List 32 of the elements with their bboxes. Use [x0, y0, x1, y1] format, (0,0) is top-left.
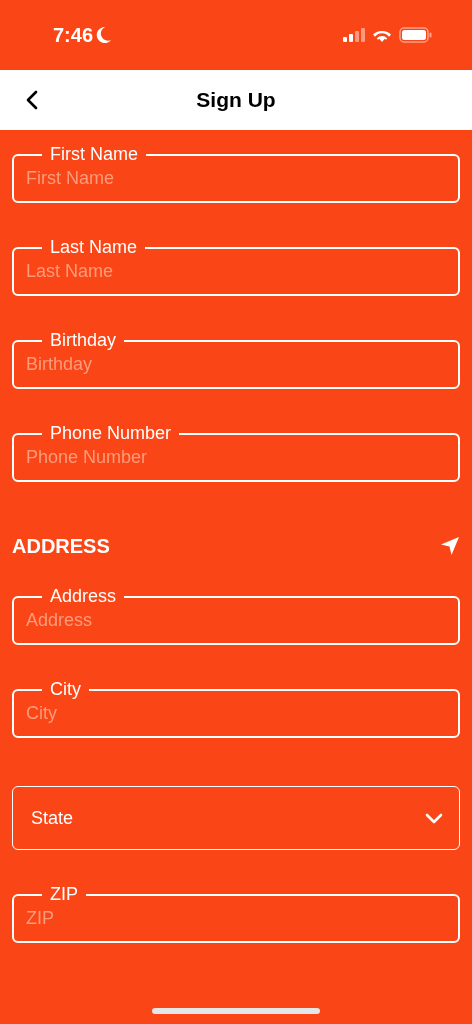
text-input[interactable]: Address [26, 607, 446, 633]
location-arrow-icon [440, 536, 460, 556]
page-title: Sign Up [196, 88, 276, 112]
chevron-left-icon [26, 90, 38, 110]
field-label: City [49, 679, 82, 700]
status-time: 7:46 [53, 23, 94, 47]
text-field[interactable]: ZIP ZIP [12, 884, 460, 943]
text-field[interactable]: Last Name Last Name [12, 237, 460, 296]
text-input[interactable]: City [26, 700, 446, 726]
text-field[interactable]: First Name First Name [12, 144, 460, 203]
text-field[interactable]: Address Address [12, 586, 460, 645]
text-input[interactable]: ZIP [26, 905, 446, 931]
text-input[interactable]: Phone Number [26, 444, 446, 470]
section-heading: ADDRESS [12, 534, 110, 558]
text-input[interactable]: Birthday [26, 351, 446, 377]
field-label: Phone Number [49, 423, 173, 444]
chevron-down-icon [425, 812, 443, 824]
location-button[interactable] [440, 536, 460, 556]
field-label: Address [49, 586, 118, 607]
battery-icon [399, 27, 432, 43]
text-field[interactable]: City City [12, 679, 460, 738]
text-input[interactable]: First Name [26, 165, 446, 191]
field-label: First Name [49, 144, 139, 165]
text-field[interactable]: Birthday Birthday [12, 330, 460, 389]
signal-icon [343, 28, 365, 42]
field-label: ZIP [49, 884, 79, 905]
field-label: Birthday [49, 330, 118, 351]
text-field[interactable]: Phone Number Phone Number [12, 423, 460, 482]
text-input[interactable]: Last Name [26, 258, 446, 284]
field-label: Last Name [49, 237, 139, 258]
dropdown-field[interactable]: State [12, 786, 460, 850]
back-button[interactable] [24, 88, 40, 112]
